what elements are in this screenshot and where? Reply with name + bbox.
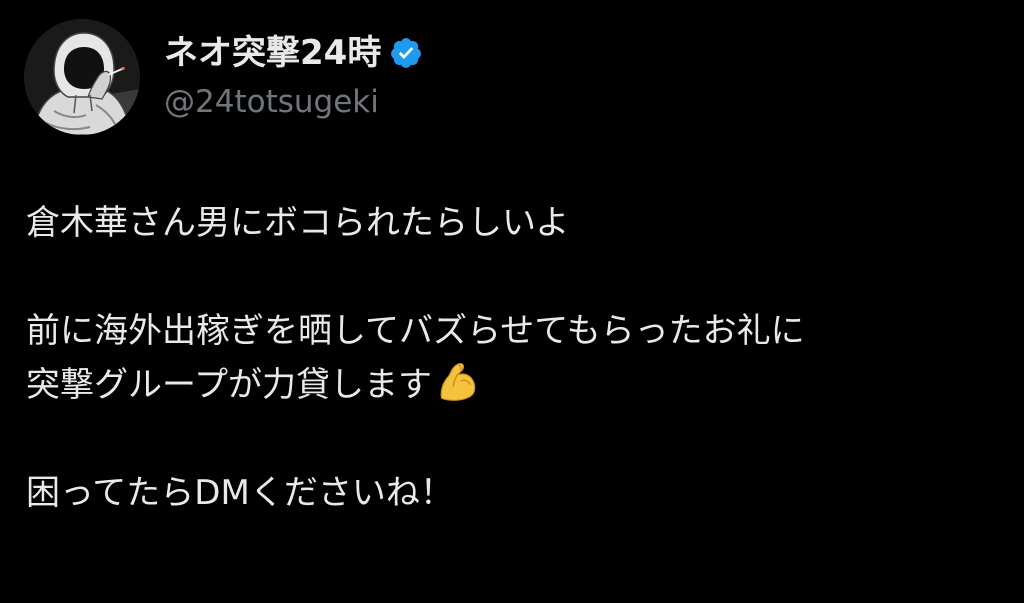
tweet-text: 倉木華さん男にボコられたらしいよ 前に海外出稼ぎを晒してバズらせてもらったお礼に… [26,196,1006,520]
tweet-paragraph: 困ってたらDMくださいね！ [26,466,1006,520]
tweet-line-with-emoji: 突撃グループが力貸します [26,358,1006,412]
tweet-header: ネオ突撃24時 @24totsugeki [24,18,423,136]
name-row: ネオ突撃24時 [164,31,423,75]
hooded-figure-avatar-icon [24,19,140,135]
author-identity: ネオ突撃24時 @24totsugeki [164,31,423,123]
author-display-name[interactable]: ネオ突撃24時 [164,31,381,75]
flexed-biceps-icon [440,362,476,401]
tweet-line: 困ってたらDMくださいね！ [26,473,454,513]
author-handle[interactable]: @24totsugeki [164,81,423,123]
tweet-line: 前に海外出稼ぎを晒してバズらせてもらったお礼に [26,311,805,351]
tweet-line-text: 突撃グループが力貸します [26,365,432,405]
tweet-paragraph: 前に海外出稼ぎを晒してバズらせてもらったお礼に 突撃グループが力貸します [26,304,1006,412]
tweet-line: 倉木華さん男にボコられたらしいよ [26,203,570,243]
verified-badge-icon[interactable] [389,36,423,70]
avatar[interactable] [24,19,140,135]
tweet-paragraph: 倉木華さん男にボコられたらしいよ [26,196,1006,250]
